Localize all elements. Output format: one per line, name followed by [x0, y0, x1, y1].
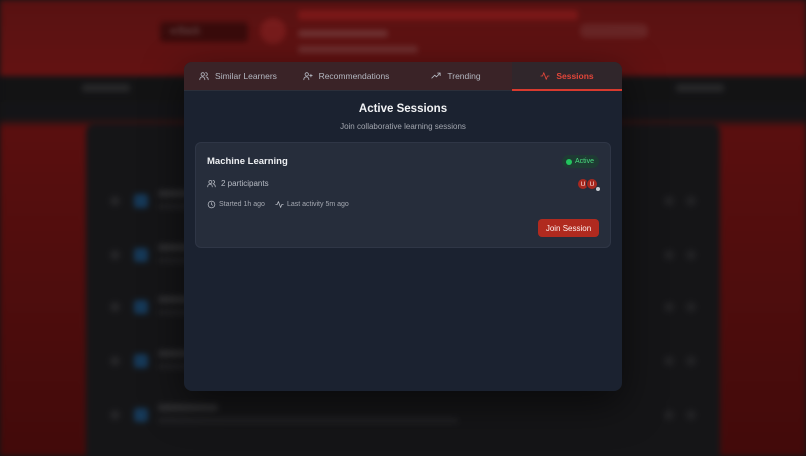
tab-recommendations[interactable]: Recommendations	[292, 62, 400, 90]
last-activity-info: Last activity 5m ago	[275, 200, 349, 209]
user-plus-icon	[302, 72, 313, 81]
session-meta: Started 1h ago Last activity 5m ago	[207, 200, 349, 209]
modal-tabs: Similar Learners Recommendations Trendin…	[184, 62, 622, 91]
join-session-button[interactable]: Join Session	[538, 219, 599, 237]
status-badge: Active	[561, 155, 599, 168]
users-icon	[207, 180, 216, 188]
sessions-modal: Similar Learners Recommendations Trendin…	[184, 62, 622, 391]
section-title: Active Sessions	[358, 103, 448, 115]
participants-count: 2 participants	[221, 179, 269, 188]
status-label: Active	[574, 158, 594, 165]
tab-sessions[interactable]: Sessions	[512, 62, 622, 91]
clock-icon	[207, 200, 216, 209]
tab-label: Recommendations	[318, 71, 390, 81]
tab-trending[interactable]: Trending	[400, 62, 512, 90]
participant-avatars: U U	[577, 178, 600, 191]
activity-icon	[540, 72, 550, 80]
section-subtitle: Join collaborative learning sessions	[340, 122, 466, 131]
session-title: Machine Learning	[207, 156, 288, 167]
started-text: Started 1h ago	[219, 201, 265, 208]
tab-label: Similar Learners	[215, 71, 277, 81]
tab-label: Sessions	[556, 71, 594, 81]
trending-up-icon	[431, 72, 441, 79]
tab-label: Trending	[447, 71, 481, 81]
modal-content: Active Sessions Join collaborative learn…	[184, 103, 622, 248]
last-activity-text: Last activity 5m ago	[286, 201, 349, 208]
tab-similar-learners[interactable]: Similar Learners	[184, 62, 292, 90]
users-icon	[199, 72, 209, 81]
session-card: Machine Learning Active 2 participants U…	[195, 142, 611, 248]
participants-info: 2 participants	[207, 179, 269, 188]
online-indicator-icon	[596, 187, 600, 191]
status-dot-icon	[565, 158, 572, 165]
activity-icon	[275, 201, 284, 208]
started-info: Started 1h ago	[207, 200, 265, 209]
